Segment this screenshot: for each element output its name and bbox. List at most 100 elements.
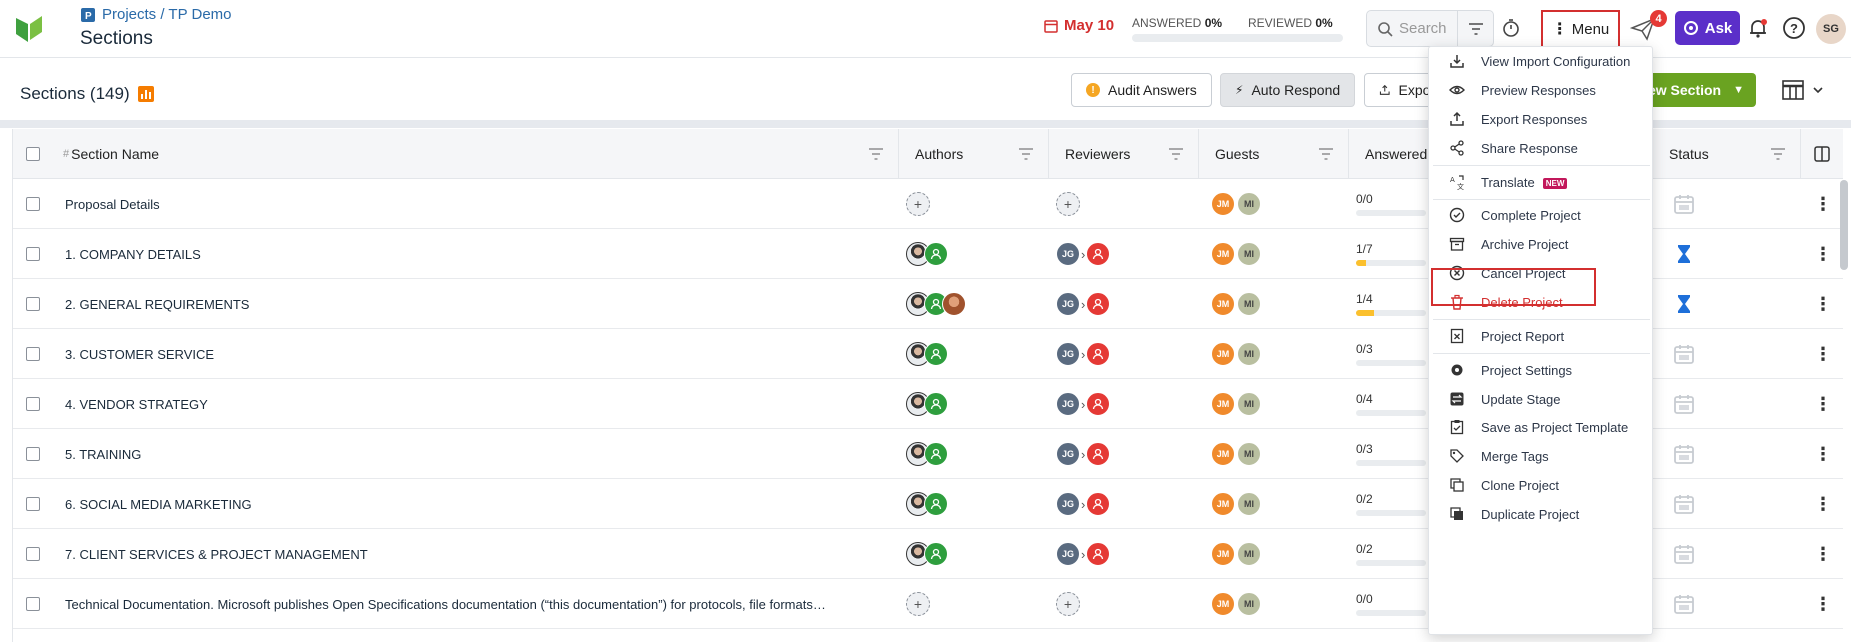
calendar-icon[interactable]	[1673, 343, 1695, 365]
guest-avatar[interactable]: JM	[1211, 192, 1235, 216]
guest-avatar[interactable]: JM	[1211, 292, 1235, 316]
menu-item-project-report[interactable]: Project Report	[1429, 321, 1654, 351]
layout-icon[interactable]	[1782, 80, 1804, 100]
reviewer-group-icon[interactable]	[1086, 542, 1111, 566]
section-name-cell[interactable]: 7. CLIENT SERVICES & PROJECT MANAGEMENT	[65, 529, 885, 579]
guest-avatar[interactable]: MI	[1237, 542, 1261, 566]
table-scrollbar[interactable]	[1840, 180, 1848, 270]
hourglass-icon[interactable]	[1673, 243, 1695, 265]
guest-avatar[interactable]: JM	[1211, 592, 1235, 616]
section-name-cell[interactable]: Technical Documentation. Microsoft publi…	[65, 579, 885, 629]
menu-item-translate[interactable]: A 文 Translate NEW	[1429, 167, 1654, 197]
author-group-icon[interactable]	[924, 442, 948, 466]
row-more-icon[interactable]: ⋮	[1814, 544, 1832, 565]
authors-cell[interactable]	[906, 479, 1046, 529]
column-authors[interactable]: Authors	[899, 129, 1049, 179]
menu-button[interactable]: ⋮ Menu	[1541, 10, 1620, 48]
menu-item-archive-project[interactable]: Archive Project	[1429, 229, 1654, 259]
menu-item-update-stage[interactable]: Update Stage	[1429, 384, 1654, 414]
bar-chart-icon[interactable]	[137, 86, 154, 102]
guest-avatar[interactable]: JM	[1211, 542, 1235, 566]
reviewer-avatar[interactable]: JG	[1056, 342, 1080, 366]
reviewers-cell[interactable]: +	[1056, 579, 1196, 629]
reviewer-avatar[interactable]: JG	[1056, 242, 1080, 266]
author-avatar[interactable]	[942, 292, 966, 316]
row-checkbox[interactable]	[26, 447, 40, 461]
reviewer-group-icon[interactable]	[1086, 392, 1111, 416]
row-more-icon[interactable]: ⋮	[1814, 344, 1832, 365]
menu-item-project-settings[interactable]: Project Settings	[1429, 355, 1654, 385]
add-reviewer-icon[interactable]: +	[1056, 192, 1080, 216]
author-group-icon[interactable]	[924, 492, 948, 516]
reviewers-cell[interactable]: JG ›	[1056, 229, 1196, 279]
row-more-icon[interactable]: ⋮	[1814, 444, 1832, 465]
calendar-icon[interactable]	[1673, 393, 1695, 415]
calendar-icon[interactable]	[1673, 193, 1695, 215]
reviewers-cell[interactable]: JG ›	[1056, 379, 1196, 429]
section-name[interactable]: 7. CLIENT SERVICES & PROJECT MANAGEMENT	[65, 547, 368, 562]
filter-button[interactable]	[1458, 10, 1494, 47]
status-cell[interactable]	[1673, 179, 1713, 229]
row-checkbox[interactable]	[26, 547, 40, 561]
section-name-cell[interactable]: Proposal Details	[65, 179, 885, 229]
guest-avatar[interactable]: MI	[1237, 242, 1261, 266]
status-cell[interactable]	[1673, 229, 1713, 279]
status-cell[interactable]	[1673, 429, 1713, 479]
add-author-icon[interactable]: +	[906, 592, 930, 616]
section-name[interactable]: Technical Documentation. Microsoft publi…	[65, 597, 826, 612]
guest-avatar[interactable]: MI	[1237, 392, 1261, 416]
search-input[interactable]: Search	[1366, 10, 1458, 47]
guests-cell[interactable]: JM MI	[1211, 579, 1351, 629]
author-group-icon[interactable]	[924, 542, 948, 566]
menu-item-save-as-project-template[interactable]: Save as Project Template	[1429, 412, 1654, 442]
section-name[interactable]: 6. SOCIAL MEDIA MARKETING	[65, 497, 252, 512]
row-more-icon[interactable]: ⋮	[1814, 244, 1832, 265]
reviewer-group-icon[interactable]	[1086, 442, 1111, 466]
guest-avatar[interactable]: MI	[1237, 442, 1261, 466]
guest-avatar[interactable]: JM	[1211, 342, 1235, 366]
guest-avatar[interactable]: MI	[1237, 492, 1261, 516]
column-reviewers[interactable]: Reviewers	[1049, 129, 1199, 179]
calendar-icon[interactable]	[1673, 593, 1695, 615]
author-group-icon[interactable]	[924, 342, 948, 366]
status-cell[interactable]	[1673, 479, 1713, 529]
row-more-icon[interactable]: ⋮	[1814, 394, 1832, 415]
reviewer-avatar[interactable]: JG	[1056, 442, 1080, 466]
filter-icon[interactable]	[868, 147, 884, 161]
guest-avatar[interactable]: JM	[1211, 392, 1235, 416]
menu-item-preview-responses[interactable]: Preview Responses	[1429, 75, 1654, 105]
audit-answers-button[interactable]: ! Audit Answers	[1071, 73, 1212, 107]
menu-item-view-import-configuration[interactable]: View Import Configuration	[1429, 46, 1654, 76]
row-checkbox[interactable]	[26, 347, 40, 361]
calendar-icon[interactable]	[1673, 493, 1695, 515]
reviewer-group-icon[interactable]	[1086, 292, 1111, 316]
due-date[interactable]: May 10	[1044, 17, 1114, 34]
menu-item-merge-tags[interactable]: Merge Tags	[1429, 441, 1654, 471]
row-checkbox[interactable]	[26, 397, 40, 411]
reviewers-cell[interactable]: JG ›	[1056, 529, 1196, 579]
reviewers-cell[interactable]: JG ›	[1056, 429, 1196, 479]
menu-item-share-response[interactable]: Share Response	[1429, 133, 1654, 163]
row-more-icon[interactable]: ⋮	[1814, 194, 1832, 215]
ask-button[interactable]: Ask	[1675, 11, 1740, 45]
app-logo-icon[interactable]	[14, 14, 44, 44]
row-more-icon[interactable]: ⋮	[1814, 294, 1832, 315]
reviewer-avatar[interactable]: JG	[1056, 392, 1080, 416]
bell-icon[interactable]	[1746, 16, 1770, 40]
reviewer-group-icon[interactable]	[1086, 492, 1111, 516]
authors-cell[interactable]: +	[906, 579, 1046, 629]
section-name-cell[interactable]: 5. TRAINING	[65, 429, 885, 479]
auto-respond-button[interactable]: ⚡ Auto Respond	[1220, 73, 1356, 107]
guests-cell[interactable]: JM MI	[1211, 429, 1351, 479]
filter-icon[interactable]	[1770, 147, 1786, 161]
add-reviewer-icon[interactable]: +	[1056, 592, 1080, 616]
guest-avatar[interactable]: MI	[1237, 292, 1261, 316]
add-author-icon[interactable]: +	[906, 192, 930, 216]
guest-avatar[interactable]: JM	[1211, 442, 1235, 466]
filter-icon[interactable]	[1018, 147, 1034, 161]
help-icon[interactable]: ?	[1782, 16, 1806, 40]
calendar-icon[interactable]	[1673, 543, 1695, 565]
author-group-icon[interactable]	[924, 392, 948, 416]
row-more-icon[interactable]: ⋮	[1814, 594, 1832, 615]
authors-cell[interactable]	[906, 279, 1046, 329]
